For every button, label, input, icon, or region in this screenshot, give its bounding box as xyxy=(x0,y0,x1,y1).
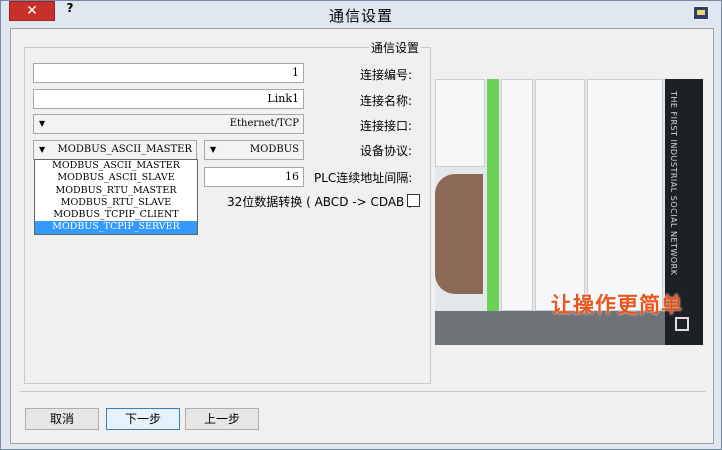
window-title: 通信设置 xyxy=(328,7,393,25)
plc-interval-input[interactable]: 16 xyxy=(204,167,304,187)
chevron-down-icon: ▼ xyxy=(39,119,46,128)
cancel-button[interactable]: 取消 xyxy=(25,408,99,430)
promo-image: THE FIRST INDUSTRIAL SOCIAL NETWORK 让操作更… xyxy=(435,79,703,345)
app-icon xyxy=(693,6,709,20)
screen-column xyxy=(587,79,663,311)
dropdown-option[interactable]: MODBUS_RTU_SLAVE xyxy=(35,197,197,209)
prev-button[interactable]: 上一步 xyxy=(185,408,259,430)
connection-port-value: Ethernet/TCP xyxy=(229,118,299,129)
dropdown-option[interactable]: MODBUS_ASCII_MASTER xyxy=(35,160,197,172)
device-protocol-value: MODBUS xyxy=(249,144,299,155)
chevron-down-icon: ▼ xyxy=(210,145,217,154)
dropdown-option-selected[interactable]: MODBUS_TCPIP_SERVER xyxy=(35,221,197,234)
next-button[interactable]: 下一步 xyxy=(106,408,180,430)
connection-port-select[interactable]: ▼ Ethernet/TCP xyxy=(33,114,304,134)
hand-shape xyxy=(435,174,483,294)
connection-name-input[interactable]: Link1 xyxy=(33,89,304,109)
side-text: THE FIRST INDUSTRIAL SOCIAL NETWORK xyxy=(669,91,678,276)
dropdown-option[interactable]: MODBUS_ASCII_SLAVE xyxy=(35,172,197,184)
chevron-down-icon: ▼ xyxy=(39,145,46,154)
screen-column xyxy=(435,79,485,167)
device-protocol-select[interactable]: ▼ MODBUS xyxy=(204,140,304,160)
dropdown-option[interactable]: MODBUS_TCPIP_CLIENT xyxy=(35,209,197,221)
connection-port-label: 连接接口: xyxy=(360,119,413,133)
dialog-client-area: 通信设置 1 连接编号: Link1 连接名称: ▼ Ethernet/TCP … xyxy=(10,28,714,444)
device-protocol-label: 设备协议: xyxy=(360,144,413,158)
groupbox-caption: 通信设置 xyxy=(369,39,422,56)
screen-column xyxy=(501,79,533,311)
device-protocol-detail-select[interactable]: ▼ MODBUS_ASCII_MASTER xyxy=(33,140,197,160)
dropdown-option[interactable]: MODBUS_RTU_MASTER xyxy=(35,185,197,197)
screen-column xyxy=(535,79,585,311)
title-bar: ✕ ? 通信设置 xyxy=(1,1,721,28)
green-column xyxy=(487,79,499,311)
device-protocol-detail-value: MODBUS_ASCII_MASTER xyxy=(57,144,192,155)
dialog-window: ✕ ? 通信设置 通信设置 1 连接编号: Link1 连接名称: ▼ Ethe… xyxy=(0,0,722,450)
promo-caption: 让操作更简单 xyxy=(551,293,683,317)
bit32-swap-label: 32位数据转换 ( ABCD -> CDAB ) xyxy=(227,195,413,209)
connection-name-label: 连接名称: xyxy=(360,94,413,108)
connection-no-input[interactable]: 1 xyxy=(33,63,304,83)
grid-logo-icon xyxy=(675,317,689,331)
plc-interval-label: PLC连续地址间隔: xyxy=(314,171,413,185)
protocol-dropdown-list: MODBUS_ASCII_MASTER MODBUS_ASCII_SLAVE M… xyxy=(34,159,198,235)
bit32-swap-checkbox[interactable] xyxy=(407,194,420,207)
button-separator xyxy=(20,391,706,392)
connection-no-label: 连接编号: xyxy=(360,68,413,82)
